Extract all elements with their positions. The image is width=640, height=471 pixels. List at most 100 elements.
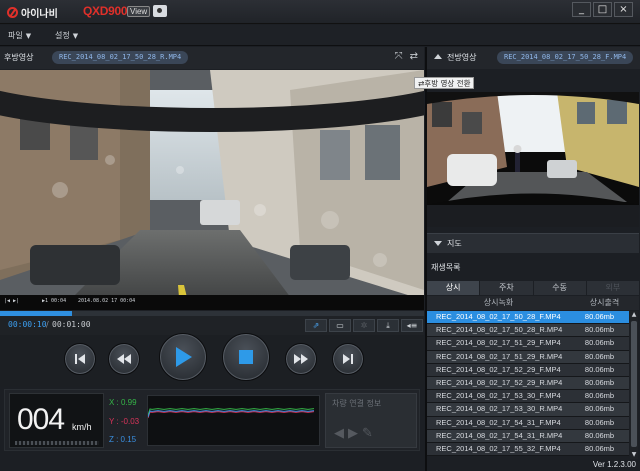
chevron-down-icon: ▼ [72, 32, 79, 40]
camera-icon[interactable] [153, 5, 167, 17]
playlist-title: 재생목록 [431, 263, 461, 272]
playlist-row-size: 80.06mb [584, 325, 615, 335]
total-time: 00:01:00 [52, 320, 91, 329]
playlist-row[interactable]: REC_2014_08_02_17_51_29_R.MP4 80.06mb [427, 350, 629, 364]
download-icon[interactable]: ⤓ [377, 319, 399, 332]
logo-text: 아이나비 [21, 9, 58, 20]
view-badge: View [127, 6, 151, 17]
front-view-header: 전방영상 REC_2014_08_02_17_50_28_F.MP4 [427, 47, 640, 69]
column-header-size[interactable]: 상시출격 [570, 296, 639, 310]
playlist-row-filename: REC_2014_08_02_17_54_31_R.MP4 [436, 430, 563, 440]
playlist-row-size: 80.06mb [584, 364, 615, 374]
playlist-row-size: 80.06mb [584, 351, 615, 361]
arrow-right-icon: ▶ [348, 426, 358, 441]
playlist-row[interactable]: REC_2014_08_02_17_54_31_R.MP4 80.06mb [427, 429, 629, 443]
rear-video-player[interactable]: |◀ ▶| ▶1 00:04 2014.08.02 17 00:04 [0, 70, 424, 310]
tab-manual[interactable]: 수동 [533, 281, 586, 295]
version-label: Ver 1.2.3.00 [592, 460, 636, 469]
next-file-button[interactable] [332, 343, 364, 375]
playlist-row-filename: REC_2014_08_02_17_52_29_F.MP4 [436, 364, 561, 374]
playlist-row-filename: REC_2014_08_02_17_53_30_R.MP4 [436, 404, 563, 414]
overlay-timestamp: 2014.08.02 17 00:04 [78, 298, 136, 304]
playlist-list: REC_2014_08_02_17_50_28_F.MP4 80.06mb REC_… [427, 311, 629, 459]
menu-file[interactable]: 파일 ▼ [8, 30, 31, 41]
map-label: 지도 [447, 239, 462, 248]
speed-unit: km/h [72, 422, 92, 432]
playlist-row[interactable]: REC_2014_08_02_17_53_30_R.MP4 80.06mb [427, 403, 629, 417]
playlist-row[interactable]: REC_2014_08_02_17_50_28_F.MP4 80.06mb [427, 311, 629, 325]
play-button[interactable] [159, 333, 207, 381]
tab-parking[interactable]: 주차 [480, 281, 533, 295]
settings-gear-icon[interactable]: ✲ [353, 319, 375, 332]
window-mode-icon[interactable]: ▭ [329, 319, 351, 332]
playlist-row[interactable]: REC_2014_08_02_17_52_29_F.MP4 80.06mb [427, 363, 629, 377]
playlist-row[interactable]: REC_2014_08_02_17_55_32_F.MP4 80.06mb [427, 442, 629, 457]
fast-forward-icon [294, 354, 308, 364]
playlist-row[interactable]: REC_2014_08_02_17_50_28_R.MP4 80.06mb [427, 324, 629, 338]
fullscreen-icon[interactable]: ⤧ [395, 51, 403, 62]
playlist-row-filename: REC_2014_08_02_17_53_30_F.MP4 [436, 391, 561, 401]
gsensor-y-line [147, 411, 315, 419]
column-header-name[interactable]: 상시녹화 [427, 296, 570, 310]
stop-icon [239, 350, 253, 364]
playlist-row[interactable]: REC_2014_08_02_17_54_31_F.MP4 80.06mb [427, 416, 629, 430]
playlist-row[interactable]: REC_2014_08_02_17_53_30_F.MP4 80.06mb [427, 390, 629, 404]
menu-settings[interactable]: 설정 ▼ [55, 30, 78, 41]
stop-button[interactable] [222, 333, 270, 381]
playlist-row-filename: REC_2014_08_02_17_51_29_R.MP4 [436, 351, 563, 361]
collapse-icon[interactable] [434, 54, 442, 59]
rear-view-filename: REC_2014_08_02_17_50_28_R.MP4 [52, 51, 189, 64]
playlist-scrollbar[interactable]: ▲ ▼ [630, 311, 638, 459]
title-bar: 아이나비 QXD900 View _ □ × [0, 0, 640, 24]
current-time: 00:00:10 [8, 320, 47, 329]
wrench-icon: ✎ [362, 426, 373, 441]
overlay-controls: |◀ ▶| [4, 298, 20, 304]
rear-view-label: 후방영상 [4, 53, 34, 62]
time-row: 00:00:10 / 00:01:00 ⇗ ▭ ✲ ⤓ ◂≡ [0, 316, 424, 335]
time-separator: / [46, 320, 49, 329]
close-button[interactable]: × [614, 2, 633, 17]
playlist-row[interactable]: REC_2014_08_02_17_51_29_F.MP4 80.06mb [427, 337, 629, 351]
arrow-left-icon: ◀ [334, 426, 344, 441]
maximize-button[interactable]: □ [593, 2, 612, 17]
front-video-frame [427, 92, 639, 205]
app-logo: 아이나비 [7, 5, 58, 20]
tab-external[interactable]: 외부 [586, 281, 639, 295]
tab-continuous[interactable]: 상시 [427, 281, 480, 295]
playlist-row-size: 80.06mb [584, 417, 615, 427]
playlist-row[interactable]: REC_2014_08_02_17_52_29_R.MP4 80.06mb [427, 376, 629, 391]
map-toggle[interactable]: 지도 [427, 233, 639, 253]
playlist-tabs: 상시 주차 수동 외부 [427, 281, 639, 295]
playlist-row-filename: REC_2014_08_02_17_54_31_F.MP4 [436, 417, 561, 427]
volume-icon[interactable]: ◂≡ [401, 319, 423, 332]
scroll-down-icon[interactable]: ▼ [630, 451, 638, 459]
logo-mark-icon [7, 7, 18, 18]
scroll-up-icon[interactable]: ▲ [630, 311, 638, 319]
playlist-row-filename: REC_2014_08_02_17_50_28_R.MP4 [436, 325, 563, 335]
rewind-button[interactable] [108, 343, 140, 375]
tooltip-text: 후방 영상 전환 [424, 79, 471, 88]
chevron-down-icon: ▼ [25, 32, 32, 40]
speed-display: 004 km/h [9, 393, 104, 448]
export-icon[interactable]: ⇗ [305, 319, 327, 332]
switch-view-tooltip: ⇄후방 영상 전환 [414, 77, 475, 89]
rear-view-header: 후방영상 REC_2014_08_02_17_50_28_R.MP4 ⤧ ⇄ [0, 47, 424, 69]
front-view-label: 전방영상 [447, 53, 477, 62]
front-video-player[interactable] [427, 92, 639, 205]
scroll-thumb[interactable] [631, 321, 637, 447]
speed-value: 004 [17, 403, 65, 436]
fast-forward-button[interactable] [285, 343, 317, 375]
menu-bar: 파일 ▼ 설정 ▼ [0, 25, 640, 46]
front-view-filename: REC_2014_08_02_17_50_28_F.MP4 [497, 51, 634, 64]
swap-view-icon[interactable]: ⇄ [410, 51, 418, 62]
minimize-button[interactable]: _ [572, 2, 591, 17]
car-connection-panel: 차량 연결 정보 ◀ ▶ ✎ [325, 393, 417, 448]
model-name: QXD900 [83, 4, 128, 18]
playlist-row-size: 80.06mb [584, 404, 615, 414]
sensor-panel: 004 km/h X : 0.99 Y : -0.03 Z : 0.15 차량 … [4, 389, 420, 451]
playlist-row-filename: REC_2014_08_02_17_52_29_R.MP4 [436, 377, 563, 387]
gsensor-z: Z : 0.15 [109, 435, 137, 444]
overlay-time: ▶1 00:04 [42, 298, 67, 304]
front-video-footer [427, 205, 639, 227]
previous-file-button[interactable] [64, 343, 96, 375]
